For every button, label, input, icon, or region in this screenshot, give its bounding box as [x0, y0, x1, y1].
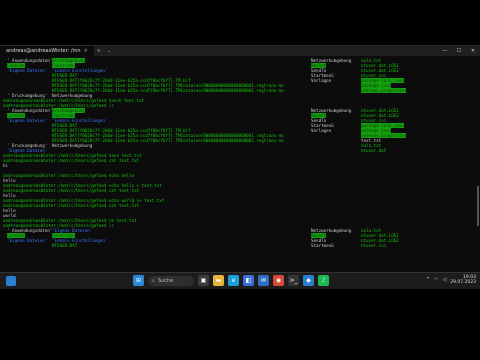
file-explorer-icon[interactable]: ▬ — [213, 275, 224, 286]
terminal-line: NTUSER.DAT Startmenü ntuser.ini — [3, 243, 473, 248]
taskbar-search[interactable]: ⌕ Suche — [148, 275, 194, 286]
terminal-text: NTUSER.DAT — [52, 243, 78, 248]
edge-icon[interactable]: e — [228, 275, 239, 286]
terminal-text: ntuser.ini — [361, 243, 387, 248]
clock-date: 29.07.2023 — [450, 280, 476, 285]
search-placeholder: Suche — [157, 277, 174, 284]
maximize-button[interactable]: ☐ — [452, 48, 466, 54]
chrome-icon[interactable]: ◉ — [273, 275, 284, 286]
scrollbar-thumb[interactable] — [477, 186, 479, 226]
terminal-text: Startmenü — [311, 243, 334, 248]
volume-icon[interactable]: ◁ — [442, 277, 446, 283]
vscode-icon[interactable]: ◆ — [303, 275, 314, 286]
terminal-icon[interactable]: >_ — [288, 275, 299, 286]
spotify-icon[interactable]: ♪ — [318, 275, 329, 286]
tab-close-icon[interactable]: × — [84, 48, 88, 54]
weather-widget-icon[interactable] — [6, 276, 16, 286]
new-tab-button[interactable]: + — [94, 48, 104, 54]
taskbar: ⊞ ⌕ Suche ▣ ▬ e ◧ ✉ ◉ >_ ◆ ♪ ^ ◠ ◁ 19:03 29.07.2… — [0, 272, 480, 289]
search-icon: ⌕ — [152, 277, 155, 284]
terminal-tab[interactable]: andreas@andreasWinter: /mn × — [0, 46, 94, 56]
tab-menu-chevron-icon[interactable]: ⌄ — [104, 48, 114, 54]
minimize-button[interactable]: — — [438, 48, 452, 54]
windows-start-icon[interactable]: ⊞ — [133, 275, 144, 286]
tray-overflow-chevron-icon[interactable]: ^ — [426, 277, 430, 283]
task-view-icon[interactable]: ▣ — [198, 275, 209, 286]
store-icon[interactable]: ◧ — [243, 275, 254, 286]
clock[interactable]: 19:03 29.07.2023 — [450, 275, 476, 285]
taskbar-apps: ⊞ ⌕ Suche ▣ ▬ e ◧ ✉ ◉ >_ ◆ ♪ — [133, 275, 329, 286]
title-bar: andreas@andreasWinter: /mn × + ⌄ — ☐ ✕ — [0, 46, 480, 56]
close-button[interactable]: ✕ — [466, 48, 480, 54]
window-controls: — ☐ ✕ — [438, 48, 480, 54]
tab-title: andreas@andreasWinter: /mn — [6, 48, 81, 54]
system-tray: ^ ◠ ◁ 19:03 29.07.2023 — [426, 275, 476, 285]
terminal-window: andreas@andreasWinter: /mn × + ⌄ — ☐ ✕ '… — [0, 45, 480, 273]
wifi-icon[interactable]: ◠ — [434, 277, 438, 283]
mail-icon[interactable]: ✉ — [258, 275, 269, 286]
terminal-output[interactable]: ' Anwendungsdaten' DruckUmgebung Netzwerku… — [3, 58, 473, 271]
